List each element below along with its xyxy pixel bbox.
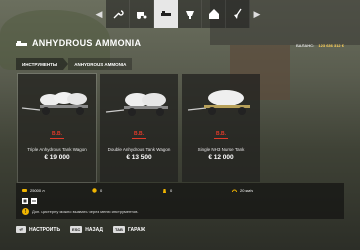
category-shovel[interactable] <box>226 0 250 28</box>
hopper-icon <box>185 11 194 19</box>
attachment-icons <box>22 198 37 204</box>
category-tractor[interactable] <box>130 0 154 28</box>
cost-stat: 0 <box>92 188 102 193</box>
configure-button[interactable]: ⏎ НАСТРОИТЬ <box>16 226 60 233</box>
balance-label: БАЛАНС: <box>295 43 315 48</box>
tool-icon <box>160 11 171 16</box>
back-button[interactable]: ESC НАЗАД <box>70 226 103 233</box>
balance-value: 123 636 312 € <box>318 43 344 48</box>
category-bar: ◀ ▶ <box>92 0 268 28</box>
weight-stat: 0 <box>162 188 172 193</box>
warning-icon: ! <box>22 208 29 215</box>
breadcrumb-current: ANHYDROUS AMMONIA <box>68 58 133 70</box>
category-tool-icon <box>16 41 27 46</box>
brand-logo: B.B. <box>214 131 228 139</box>
capacity-value: 25000 л <box>30 188 45 193</box>
category-buildings[interactable] <box>202 0 226 28</box>
capacity-stat: 25000 л <box>22 188 45 193</box>
double-tank-wagon-image <box>105 93 168 116</box>
product-price: € 13 500 <box>126 154 152 161</box>
product-card[interactable]: B.B. Double Anhydrous Tank Wagon € 13 50… <box>100 74 178 182</box>
page-header: ANHYDROUS AMMONIA <box>16 38 141 48</box>
garage-label: ГАРАЖ <box>127 226 146 233</box>
breadcrumb-tools[interactable]: ИНСТРУМЕНТЫ <box>16 58 64 70</box>
product-price: € 19 000 <box>44 154 70 161</box>
product-price: € 12 000 <box>208 154 234 161</box>
weight-value: 0 <box>170 188 173 193</box>
garage-button[interactable]: TAB ГАРАЖ <box>113 226 145 233</box>
connection-icon <box>31 198 37 204</box>
category-wrench[interactable] <box>106 0 130 28</box>
cost-value: 0 <box>100 188 103 193</box>
configure-label: НАСТРОИТЬ <box>29 226 61 233</box>
back-label: НАЗАД <box>85 226 103 233</box>
breadcrumb: ИНСТРУМЕНТЫ ANHYDROUS AMMONIA <box>16 58 344 70</box>
speedometer-icon <box>232 189 237 193</box>
enter-key-icon: ⏎ <box>16 226 26 233</box>
triple-tank-wagon-image <box>21 92 88 115</box>
product-card[interactable]: B.B. Triple Anhydrous Tank Wagon € 19 00… <box>17 73 97 183</box>
category-hopper[interactable] <box>178 0 202 28</box>
brand-logo: B.B. <box>50 131 64 139</box>
weight-icon <box>163 189 166 193</box>
wrench-icon <box>113 10 124 19</box>
coin-icon <box>92 188 97 193</box>
product-name: Single NH3 Nurse Tank <box>197 147 245 152</box>
nurse-tank-image <box>187 90 250 115</box>
shovel-icon <box>233 8 242 19</box>
info-note-text: Доп. цистерну можно вызвать через меню и… <box>32 209 139 214</box>
product-card[interactable]: B.B. Single NH3 Nurse Tank € 12 000 <box>182 74 260 182</box>
hitch-icon <box>22 198 28 204</box>
info-note: ! Доп. цистерну можно вызвать через меню… <box>22 208 138 215</box>
speed-value: 20 км/ч <box>240 188 254 193</box>
product-name: Triple Anhydrous Tank Wagon <box>27 147 87 152</box>
speed-stat: 20 км/ч <box>232 188 253 193</box>
house-icon <box>208 9 219 19</box>
brand-logo: B.B. <box>132 131 146 139</box>
esc-key-icon: ESC <box>70 226 83 233</box>
tractor-icon <box>136 12 146 19</box>
next-category-arrow[interactable]: ▶ <box>250 9 264 20</box>
product-list: B.B. Triple Anhydrous Tank Wagon € 19 00… <box>17 73 260 183</box>
balance-display: БАЛАНС: 123 636 312 € <box>296 43 344 48</box>
control-hints: ⏎ НАСТРОИТЬ ESC НАЗАД TAB ГАРАЖ <box>16 226 145 233</box>
item-info-panel: 25000 л 0 0 20 км/ч ! Доп. цистерну можн… <box>16 183 344 219</box>
category-tools[interactable] <box>154 0 178 28</box>
prev-category-arrow[interactable]: ◀ <box>92 9 106 20</box>
tank-icon <box>22 189 27 192</box>
page-title: ANHYDROUS AMMONIA <box>32 38 142 48</box>
tab-key-icon: TAB <box>113 226 125 233</box>
product-name: Double Anhydrous Tank Wagon <box>107 147 171 152</box>
